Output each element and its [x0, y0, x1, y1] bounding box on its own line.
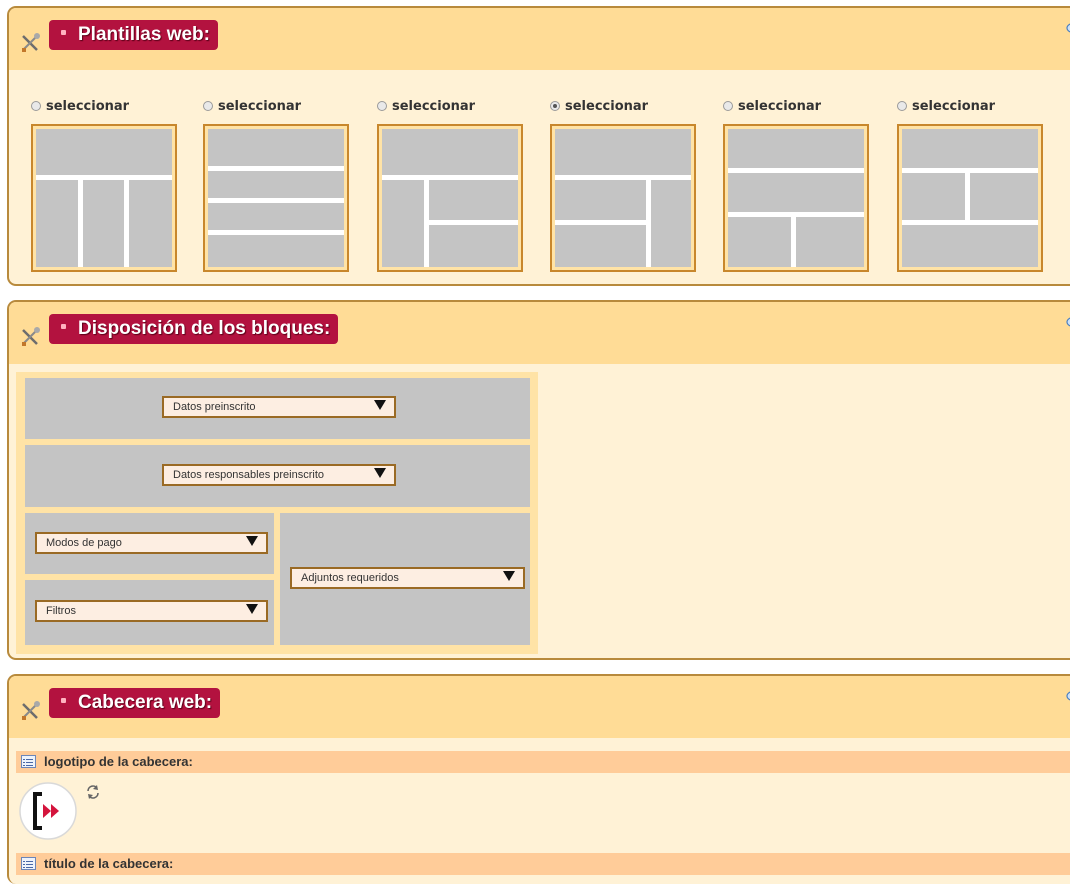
template-option-3[interactable]: seleccionar	[377, 96, 527, 272]
template-radio-label: seleccionar	[738, 98, 822, 114]
tools-icon[interactable]	[19, 326, 41, 348]
template-radio-label: seleccionar	[392, 98, 476, 114]
layout-title: Disposición de los bloques:	[49, 314, 339, 344]
template-thumbnail-1[interactable]	[31, 124, 177, 272]
template-radio-row: seleccionar	[723, 96, 873, 116]
chevron-down-icon	[503, 571, 515, 581]
template-radio-label: seleccionar	[565, 98, 649, 114]
block-left-top-select[interactable]: Modos de pago	[35, 532, 268, 554]
template-radio-label: seleccionar	[912, 98, 996, 114]
refresh-icon[interactable]	[85, 784, 101, 800]
block-right-select-value: Adjuntos requeridos	[301, 572, 399, 584]
chevron-down-icon	[374, 468, 386, 478]
template-radio-6[interactable]	[897, 101, 907, 111]
template-radio-row: seleccionar	[377, 96, 527, 116]
eye-icon[interactable]	[1066, 690, 1070, 702]
logo-icon[interactable]	[18, 781, 78, 841]
template-thumbnail-4[interactable]	[550, 124, 696, 272]
block-left-bottom-select[interactable]: Filtros	[35, 600, 268, 622]
header-panel: Cabecera web: logotipo de la cabecera: t…	[7, 674, 1070, 884]
layout-title-text: Disposición de los bloques:	[78, 318, 331, 339]
template-thumbnail-3[interactable]	[377, 124, 523, 272]
block-top-select[interactable]: Datos preinscrito	[162, 396, 396, 418]
template-radio-5[interactable]	[723, 101, 733, 111]
title-bullet	[61, 30, 66, 36]
templates-panel-header: Plantillas web:	[9, 8, 1070, 70]
templates-panel: Plantillas web: seleccionar seleccionar	[7, 6, 1070, 286]
eye-icon[interactable]	[1066, 22, 1070, 34]
template-radio-3[interactable]	[377, 101, 387, 111]
title-field-label: título de la cabecera:	[44, 856, 174, 871]
block-second-select[interactable]: Datos responsables preinscrito	[162, 464, 396, 486]
template-radio-label: seleccionar	[218, 98, 302, 114]
template-radio-row: seleccionar	[550, 96, 700, 116]
block-second-select-value: Datos responsables preinscrito	[173, 469, 325, 481]
tools-icon[interactable]	[19, 700, 41, 722]
tools-icon[interactable]	[19, 32, 41, 54]
chevron-down-icon	[246, 536, 258, 546]
template-thumbnail-2[interactable]	[203, 124, 349, 272]
logo-field-label: logotipo de la cabecera:	[44, 754, 193, 769]
template-option-5[interactable]: seleccionar	[723, 96, 873, 272]
list-icon	[21, 857, 36, 870]
block-top-select-value: Datos preinscrito	[173, 401, 256, 413]
template-thumbnail-5[interactable]	[723, 124, 869, 272]
block-layout-area: Datos preinscrito Datos responsables pre…	[16, 372, 538, 654]
templates-title: Plantillas web:	[49, 20, 218, 50]
template-radio-row: seleccionar	[31, 96, 181, 116]
template-radio-row: seleccionar	[897, 96, 1047, 116]
header-title: Cabecera web:	[49, 688, 221, 718]
template-option-2[interactable]: seleccionar	[203, 96, 353, 272]
eye-icon[interactable]	[1066, 316, 1070, 328]
logo-field-header: logotipo de la cabecera:	[16, 751, 1070, 773]
template-option-4[interactable]: seleccionar	[550, 96, 700, 272]
list-icon	[21, 755, 36, 768]
block-left-bottom-select-value: Filtros	[46, 605, 76, 617]
block-left-top-select-value: Modos de pago	[46, 537, 122, 549]
title-bullet	[61, 698, 66, 704]
header-title-text: Cabecera web:	[78, 692, 213, 713]
title-field-header: título de la cabecera:	[16, 853, 1070, 875]
chevron-down-icon	[374, 400, 386, 410]
header-panel-header: Cabecera web:	[9, 676, 1070, 738]
template-radio-1[interactable]	[31, 101, 41, 111]
title-bullet	[61, 324, 66, 330]
layout-panel-header: Disposición de los bloques:	[9, 302, 1070, 364]
template-radio-2[interactable]	[203, 101, 213, 111]
template-option-1[interactable]: seleccionar	[31, 96, 181, 272]
block-right-select[interactable]: Adjuntos requeridos	[290, 567, 525, 589]
template-option-6[interactable]: seleccionar	[897, 96, 1047, 272]
templates-title-text: Plantillas web:	[78, 24, 210, 45]
chevron-down-icon	[246, 604, 258, 614]
layout-panel: Disposición de los bloques: Datos preins…	[7, 300, 1070, 660]
template-radio-label: seleccionar	[46, 98, 130, 114]
template-radio-row: seleccionar	[203, 96, 353, 116]
template-thumbnail-6[interactable]	[897, 124, 1043, 272]
template-radio-4[interactable]	[550, 101, 560, 111]
